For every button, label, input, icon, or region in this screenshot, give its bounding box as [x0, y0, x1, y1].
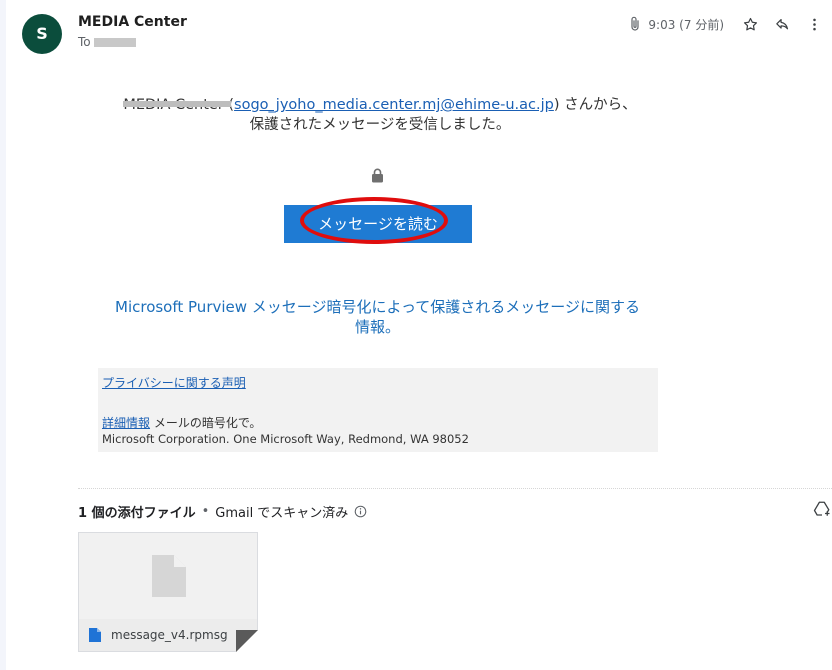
- sender-avatar[interactable]: S: [22, 14, 62, 54]
- intro-line2: 保護されたメッセージを受信しました。: [249, 117, 511, 133]
- message-header-actions: 9:03 (7 分前): [627, 10, 832, 38]
- star-button[interactable]: [740, 14, 760, 34]
- attachment-header: 1 個の添付ファイル • Gmail でスキャン済み: [78, 502, 367, 521]
- details-link[interactable]: 詳細情報: [102, 416, 150, 430]
- attachment-count: 1 個の添付ファイル: [78, 506, 196, 521]
- read-message-button[interactable]: メッセージを読む: [284, 205, 472, 243]
- intro-sender-suffix: ) さんから、: [553, 97, 637, 113]
- attachment-card[interactable]: message_v4.rpmsg: [78, 532, 258, 652]
- attachment-clip-icon: [631, 16, 640, 31]
- star-icon: [743, 17, 757, 30]
- footer-info-box: プライバシーに関する声明 詳細情報 メールの暗号化で。 Microsoft Co…: [98, 368, 658, 452]
- recipient-line[interactable]: To: [78, 35, 136, 49]
- file-type-icon: [89, 628, 101, 642]
- attachment-footer: message_v4.rpmsg: [79, 619, 257, 651]
- sender-name[interactable]: MEDIA Center: [78, 14, 187, 30]
- sender-email-link[interactable]: sogo_jyoho_media.center.mj@ehime-u.ac.jp: [234, 97, 554, 113]
- attachment-filename: message_v4.rpmsg: [111, 628, 228, 642]
- details-text: メールの暗号化で。: [150, 416, 262, 430]
- left-edge-panel: [0, 0, 6, 670]
- page-fold-corner: [236, 630, 258, 652]
- separator-dot: •: [201, 504, 210, 519]
- privacy-statement-link[interactable]: プライバシーに関する声明: [102, 374, 246, 391]
- more-vert-icon: [812, 18, 816, 30]
- attachment-preview: [79, 533, 257, 619]
- redacted-recipient: [93, 37, 136, 47]
- more-options-button[interactable]: [804, 14, 824, 34]
- timestamp: 9:03 (7 分前): [648, 17, 724, 32]
- reply-button[interactable]: [772, 14, 792, 34]
- info-icon[interactable]: [354, 505, 367, 518]
- details-line: 詳細情報 メールの暗号化で。: [102, 414, 261, 431]
- to-label: To: [78, 35, 91, 49]
- document-icon: [152, 555, 186, 597]
- message-intro: MEDIA Center (sogo_jyoho_media.center.mj…: [100, 95, 660, 135]
- microsoft-address: Microsoft Corporation. One Microsoft Way…: [102, 432, 469, 446]
- lock-icon: [372, 168, 383, 183]
- scan-status: Gmail でスキャン済み: [215, 506, 349, 521]
- reply-icon: [775, 18, 788, 29]
- intro-line1: MEDIA Center (sogo_jyoho_media.center.mj…: [123, 95, 637, 115]
- add-to-drive-icon[interactable]: [813, 500, 831, 518]
- attachment-divider: [78, 488, 832, 489]
- redaction-mark: [123, 101, 232, 107]
- purview-info-link[interactable]: Microsoft Purview メッセージ暗号化によって保護されるメッセージ…: [110, 297, 645, 337]
